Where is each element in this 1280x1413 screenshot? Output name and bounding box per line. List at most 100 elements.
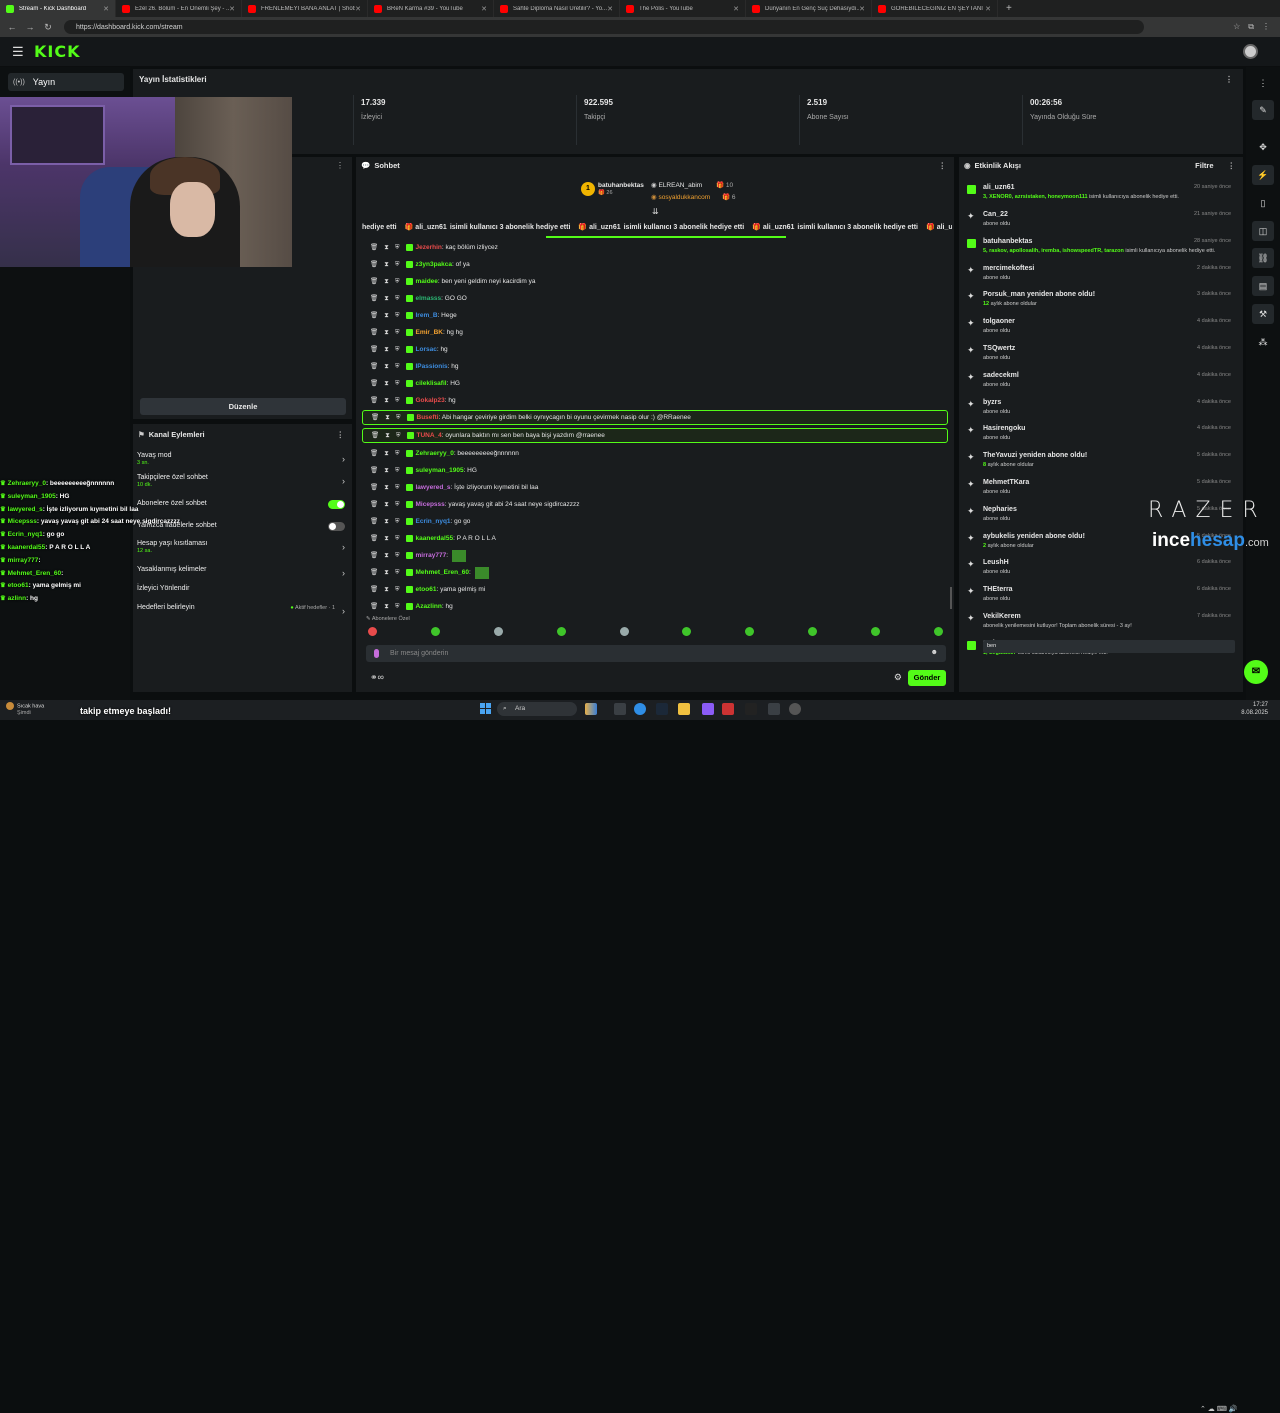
moderation-icons[interactable]: 🗑⧗⛨: [370, 551, 406, 560]
chat-username[interactable]: Busefti: [417, 414, 439, 421]
chat-message[interactable]: 🗑⧗⛨ etoo61: yama gelmiş mi: [362, 582, 948, 597]
chat-username[interactable]: Azazlinn: [416, 603, 442, 610]
chevron-right-icon[interactable]: ›: [342, 542, 345, 552]
chat-message[interactable]: 🗑⧗⛨ Jezerhin: kaç bölüm izliycez: [362, 240, 948, 255]
moderation-icons[interactable]: 🗑⧗⛨: [370, 260, 406, 269]
moderation-icons[interactable]: 🗑⧗⛨: [370, 602, 406, 611]
chat-message[interactable]: 🗑⧗⛨ Mehmet_Eren_60:: [362, 565, 948, 580]
chat-username[interactable]: suleyman_1905: [416, 467, 464, 474]
subscribers-only-toggle[interactable]: [328, 500, 345, 509]
chat-username[interactable]: etoo61: [416, 586, 437, 593]
moderation-icons[interactable]: 🗑⧗⛨: [370, 311, 406, 320]
chat-tools-icon[interactable]: ⚭∞: [370, 672, 384, 683]
chevron-right-icon[interactable]: ›: [342, 454, 345, 464]
browser-tab[interactable]: Stream - Kick Dashboard ✕: [0, 0, 116, 17]
emote-icon[interactable]: [682, 627, 692, 636]
system-tray[interactable]: ⌃ ☁ ⌨ 🔊: [1200, 1405, 1238, 1413]
moderation-icons[interactable]: 🗑⧗⛨: [370, 362, 406, 371]
emote-icon[interactable]: [368, 627, 377, 636]
chat-username[interactable]: Ecrin_nyq1: [416, 518, 451, 525]
new-tab-icon[interactable]: +: [1006, 3, 1012, 14]
steam-icon[interactable]: [656, 703, 668, 715]
emote-only-toggle[interactable]: [328, 522, 345, 531]
send-button[interactable]: Gönder: [908, 670, 946, 686]
emote-icon[interactable]: [556, 627, 566, 636]
chat-message[interactable]: 🗑⧗⛨ cileklisafil: HG: [362, 376, 948, 391]
close-tab-icon[interactable]: ✕: [229, 5, 235, 13]
chat-message[interactable]: 🗑⧗⛨ Ecrin_nyq1: go go: [362, 514, 948, 529]
kebab-menu-icon[interactable]: ⋮: [336, 161, 344, 170]
bookmark-icon[interactable]: ☆: [1233, 22, 1240, 32]
moderation-icons[interactable]: 🗑⧗⛨: [370, 328, 406, 337]
file-icon[interactable]: ▯: [1252, 193, 1274, 213]
app-icon[interactable]: [722, 703, 734, 715]
browser-tab[interactable]: Dünyanın En Genç Suç Dehasıydı... ✕: [746, 0, 872, 17]
chat-message[interactable]: 🗑⧗⛨ maidee: ben yeni geldim neyi kacirdim…: [362, 274, 948, 289]
mic-icon[interactable]: [374, 649, 379, 658]
chat-message[interactable]: 🗑⧗⛨ Irem_B: Hege: [362, 308, 948, 323]
kebab-menu-icon[interactable]: ⋮: [1228, 161, 1236, 170]
edge-icon[interactable]: [634, 703, 646, 715]
browser-tab[interactable]: Sahte Diploma Nasıl Üretilir? - Yo... ✕: [494, 0, 620, 17]
chat-message[interactable]: 🗑⧗⛨ IPassionis: hg: [362, 359, 948, 374]
moderation-icons[interactable]: 🗑⧗⛨: [371, 413, 407, 422]
edit-button[interactable]: Düzenle: [140, 398, 346, 415]
kebab-menu-icon[interactable]: ⋮: [337, 430, 345, 439]
file-explorer-icon[interactable]: [678, 703, 690, 715]
chat-username[interactable]: cileklisafil: [416, 380, 447, 387]
link-icon[interactable]: ⛓: [1252, 248, 1274, 268]
browser-tab[interactable]: Ezel 26. Bölüm - En Önemli Şey - ... ✕: [116, 0, 242, 17]
chat-message[interactable]: 🗑⧗⛨ z3yn3pakca: of ya: [362, 257, 948, 272]
close-tab-icon[interactable]: ✕: [985, 5, 991, 13]
moderation-icons[interactable]: 🗑⧗⛨: [370, 243, 406, 252]
share-icon[interactable]: ⁂: [1252, 332, 1274, 352]
chat-username[interactable]: IPassionis: [416, 363, 448, 370]
emote-icon[interactable]: [430, 627, 440, 636]
chat-message[interactable]: 🗑⧗⛨ TUNA_4: oyunlara baktın mı sen ben ba…: [362, 428, 948, 443]
moderation-icons[interactable]: 🗑⧗⛨: [370, 466, 406, 475]
top-gifter-3[interactable]: ◉ sosyaldukkancom 🎁 6: [651, 193, 736, 201]
emote-icon[interactable]: [493, 627, 503, 636]
chat-scrollbar[interactable]: [950, 587, 952, 609]
card-icon[interactable]: ▤: [1252, 276, 1274, 296]
kick-logo[interactable]: KICK: [34, 42, 81, 61]
chat-username[interactable]: mirray777: [416, 552, 447, 559]
moderation-icons[interactable]: 🗑⧗⛨: [370, 345, 406, 354]
chat-message-input[interactable]: Bir mesaj gönderin ☻: [366, 645, 946, 662]
chat-username[interactable]: kaanerdal55: [416, 535, 454, 542]
chat-message[interactable]: 🗑⧗⛨ kaanerdal55: P A R O L L A: [362, 531, 948, 546]
help-icon[interactable]: ✉: [1244, 660, 1268, 684]
chat-username[interactable]: Zehraeryy_0: [416, 450, 454, 457]
chevron-right-icon[interactable]: ›: [342, 606, 345, 616]
filter-button[interactable]: Filtre: [1195, 161, 1213, 170]
discord-icon[interactable]: [702, 703, 714, 715]
url-input[interactable]: https://dashboard.kick.com/stream: [64, 20, 1144, 34]
moderation-icons[interactable]: 🗑⧗⛨: [371, 431, 407, 440]
chat-username[interactable]: Mehmet_Eren_60: [416, 569, 469, 576]
kebab-menu-icon[interactable]: ⋮: [939, 161, 947, 170]
chat-username[interactable]: Lorsac: [416, 346, 437, 353]
chat-username[interactable]: TUNA_4: [417, 432, 442, 439]
moderation-icons[interactable]: 🗑⧗⛨: [370, 517, 406, 526]
chat-username[interactable]: Emir_BK: [416, 329, 443, 336]
chat-message[interactable]: 🗑⧗⛨ suleyman_1905: HG: [362, 463, 948, 478]
epic-icon[interactable]: [745, 703, 757, 715]
chat-message[interactable]: 🗑⧗⛨ Gokalp23: hg: [362, 393, 948, 408]
chat-username[interactable]: Irem_B: [416, 312, 438, 319]
chat-username[interactable]: Micepsss: [416, 501, 445, 508]
chat-popout-icon[interactable]: ◫: [1252, 221, 1274, 241]
chat-message[interactable]: 🗑⧗⛨ elmasss: GO GO: [362, 291, 948, 306]
wrench-icon[interactable]: ⚒: [1252, 304, 1274, 324]
moderation-icons[interactable]: 🗑⧗⛨: [370, 500, 406, 509]
moderation-icons[interactable]: 🗑⧗⛨: [370, 568, 406, 577]
kebab-menu-icon[interactable]: ⋮: [1225, 75, 1233, 84]
taskbar-search[interactable]: ⌕ Ara: [497, 702, 577, 716]
forward-icon[interactable]: →: [24, 22, 36, 32]
reload-icon[interactable]: ↻: [42, 22, 54, 33]
chat-username[interactable]: Jezerhin: [416, 244, 442, 251]
weather-widget[interactable]: Sıcak hava Şimdi: [6, 702, 44, 717]
close-tab-icon[interactable]: ✕: [355, 5, 361, 13]
pin-icon[interactable]: ✥: [1252, 137, 1274, 157]
hamburger-menu-icon[interactable]: ☰: [12, 44, 28, 60]
chat-username[interactable]: maidee: [416, 278, 438, 285]
